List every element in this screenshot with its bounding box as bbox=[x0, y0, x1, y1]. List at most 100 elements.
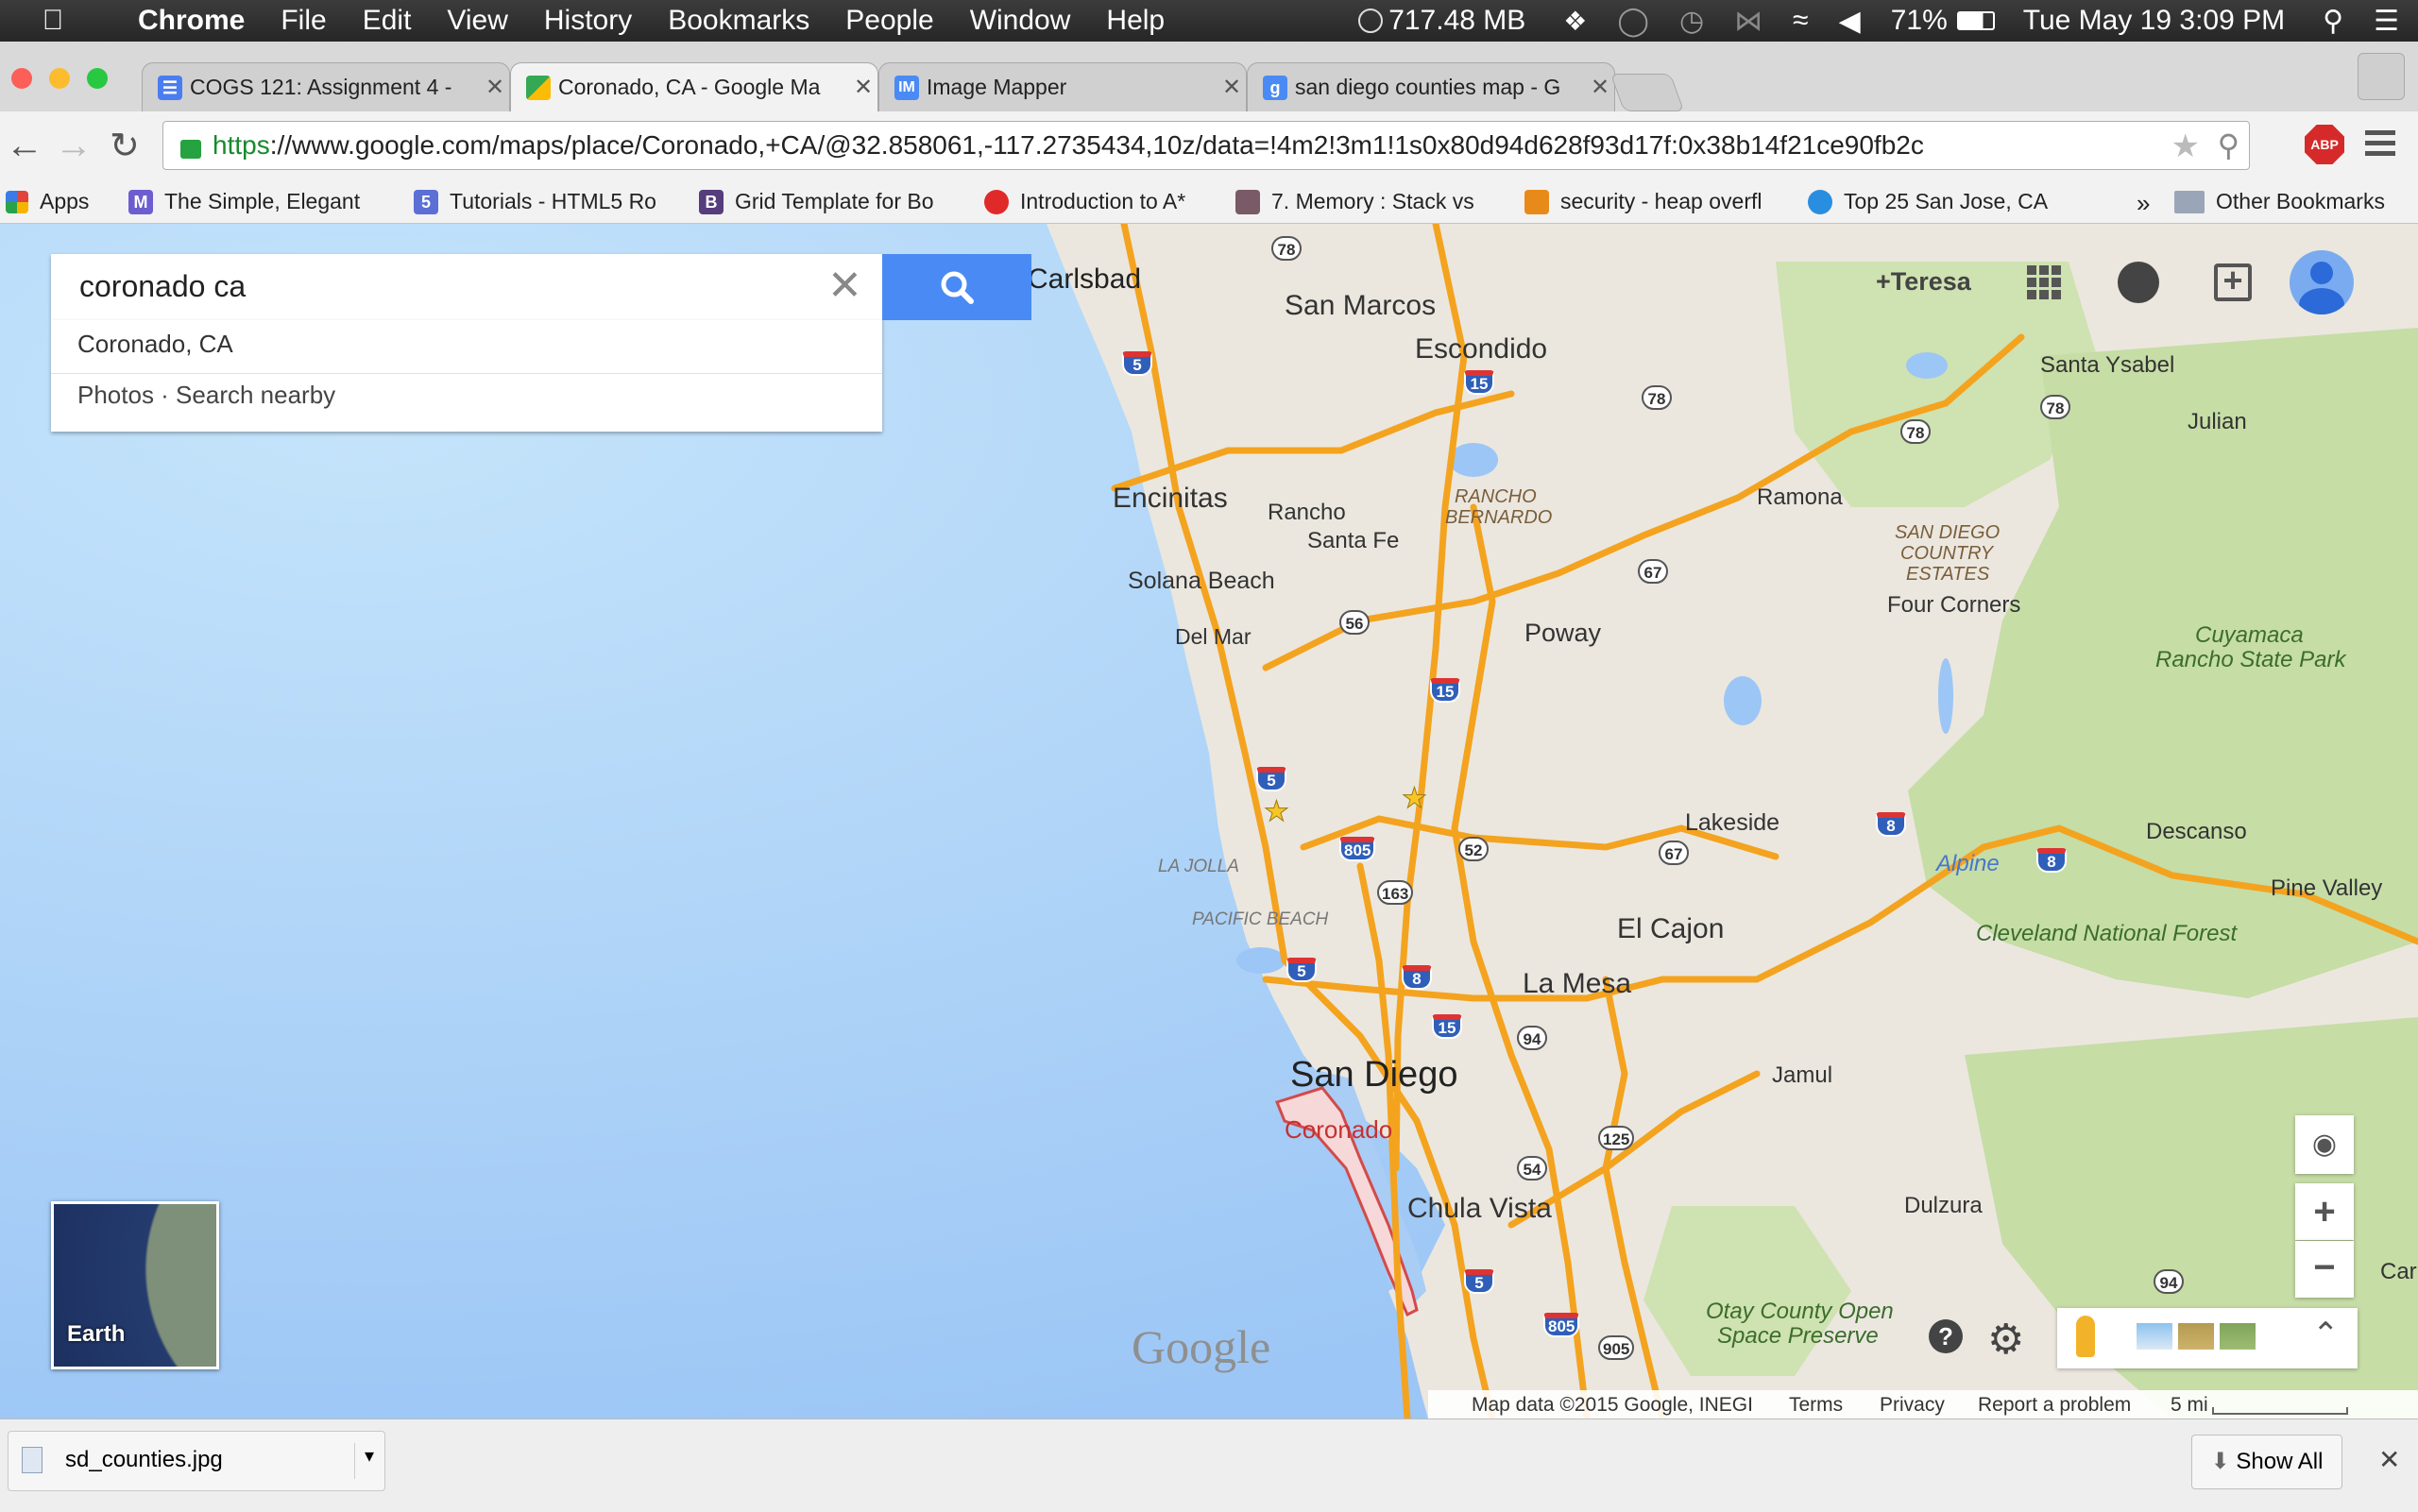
messages-icon[interactable]: ◯ bbox=[1617, 5, 1649, 38]
minimize-window-button[interactable] bbox=[49, 68, 70, 89]
close-tab-icon[interactable]: ✕ bbox=[1218, 74, 1246, 101]
battery-level[interactable]: 71% bbox=[1891, 5, 1948, 37]
bookmark-other[interactable]: Other Bookmarks bbox=[2174, 189, 2385, 214]
place-label-cleveland-nf[interactable]: Cleveland National Forest bbox=[1976, 921, 2237, 947]
search-box[interactable]: coronado ca ✕ bbox=[51, 254, 882, 320]
earth-view-toggle[interactable]: Earth bbox=[51, 1201, 219, 1369]
clock[interactable]: Tue May 19 3:09 PM bbox=[2023, 5, 2285, 37]
report-problem-link[interactable]: Report a problem bbox=[1978, 1394, 2131, 1417]
bookmark-top25-sanjose[interactable]: Top 25 San Jose, CA bbox=[1808, 189, 2048, 214]
bookmark-heap-overflow[interactable]: security - heap overfl bbox=[1524, 189, 1762, 214]
place-label-el-cajon[interactable]: El Cajon bbox=[1617, 913, 1724, 945]
chrome-menu-icon[interactable] bbox=[2365, 130, 2395, 161]
place-label-san-marcos[interactable]: San Marcos bbox=[1285, 290, 1436, 322]
expand-chevron-icon[interactable]: ⌃ bbox=[2312, 1316, 2340, 1353]
zoom-icon[interactable]: ⚲ bbox=[2218, 127, 2239, 163]
place-label-four-corners[interactable]: Four Corners bbox=[1887, 592, 2020, 619]
place-label-otay-1[interactable]: Otay County Open bbox=[1706, 1299, 1894, 1325]
apps-launcher-icon[interactable] bbox=[2027, 265, 2061, 299]
memory-monitor-icon[interactable] bbox=[1358, 8, 1384, 33]
google-plus-name-link[interactable]: +Teresa bbox=[1876, 267, 1971, 297]
place-label-san-diego[interactable]: San Diego bbox=[1290, 1055, 1457, 1096]
spotlight-icon[interactable]: ⚲ bbox=[2323, 5, 2343, 38]
place-label-rancho-santa-fe-2[interactable]: Santa Fe bbox=[1307, 528, 1399, 554]
place-label-carlsbad[interactable]: Carlsbad bbox=[1028, 263, 1141, 296]
menu-help[interactable]: Help bbox=[1106, 5, 1165, 37]
tab-image-mapper[interactable]: IM Image Mapper ✕ bbox=[878, 62, 1247, 111]
bookmark-memory-stack[interactable]: 7. Memory : Stack vs bbox=[1235, 189, 1474, 214]
place-label-lakeside[interactable]: Lakeside bbox=[1685, 809, 1779, 837]
bookmark-astar[interactable]: Introduction to A* bbox=[984, 189, 1185, 214]
scale-label[interactable]: 5 mi bbox=[2171, 1394, 2208, 1417]
place-label-ramona[interactable]: Ramona bbox=[1757, 484, 1843, 511]
imagery-thumb-3[interactable] bbox=[2220, 1323, 2256, 1350]
place-label-la-jolla[interactable]: LA JOLLA bbox=[1158, 857, 1239, 877]
imagery-thumb-1[interactable] bbox=[2137, 1323, 2172, 1350]
bookmark-simple-elegant[interactable]: M The Simple, Elegant bbox=[128, 189, 360, 214]
zoom-out-button[interactable]: − bbox=[2295, 1241, 2354, 1298]
close-tab-icon[interactable]: ✕ bbox=[1586, 74, 1614, 101]
dropbox-icon[interactable]: ❖ bbox=[1563, 6, 1587, 37]
back-icon[interactable]: ← bbox=[6, 125, 43, 167]
place-label-dulzura[interactable]: Dulzura bbox=[1904, 1193, 1983, 1219]
place-label-rancho-bernardo-2[interactable]: BERNARDO bbox=[1445, 507, 1552, 529]
place-label-pine-valley[interactable]: Pine Valley bbox=[2271, 875, 2382, 902]
tab-cogs-assignment[interactable]: ☰ COGS 121: Assignment 4 - ✕ bbox=[142, 62, 510, 111]
menu-bookmarks[interactable]: Bookmarks bbox=[668, 5, 809, 37]
memory-usage[interactable]: 717.48 MB bbox=[1388, 5, 1525, 37]
show-all-downloads-button[interactable]: ⬇ Show All bbox=[2191, 1435, 2342, 1489]
profile-button[interactable] bbox=[2358, 53, 2405, 100]
place-label-sd-country-estates-3[interactable]: ESTATES bbox=[1906, 564, 1989, 586]
my-location-button[interactable]: ◉ bbox=[2295, 1115, 2354, 1174]
bookmark-apps[interactable]: Apps bbox=[6, 189, 89, 214]
place-label-descanso[interactable]: Descanso bbox=[2146, 819, 2247, 845]
address-bar[interactable]: https ://www.google.com/maps/place/Coron… bbox=[162, 121, 2250, 170]
notifications-bell-icon[interactable] bbox=[2118, 262, 2159, 303]
place-label-pacific-beach[interactable]: PACIFIC BEACH bbox=[1192, 909, 1328, 930]
close-window-button[interactable] bbox=[11, 68, 32, 89]
search-input[interactable]: coronado ca bbox=[79, 269, 246, 304]
wifi-icon[interactable]: ≈ bbox=[1793, 5, 1808, 37]
place-label-car[interactable]: Car bbox=[2380, 1259, 2417, 1285]
privacy-link[interactable]: Privacy bbox=[1880, 1394, 1945, 1417]
download-item[interactable]: sd_counties.jpg ▾ bbox=[8, 1431, 385, 1491]
pegman-icon[interactable] bbox=[2076, 1316, 2095, 1357]
place-label-del-mar[interactable]: Del Mar bbox=[1175, 624, 1252, 650]
tab-san-diego-search[interactable]: g san diego counties map - G ✕ bbox=[1247, 62, 1615, 111]
place-label-chula-vista[interactable]: Chula Vista bbox=[1407, 1193, 1552, 1225]
close-downloads-icon[interactable]: ✕ bbox=[2378, 1444, 2400, 1475]
imagery-thumb-2[interactable] bbox=[2178, 1323, 2214, 1350]
menu-people[interactable]: People bbox=[845, 5, 933, 37]
menu-view[interactable]: View bbox=[447, 5, 507, 37]
place-label-sd-country-estates-1[interactable]: SAN DIEGO bbox=[1895, 522, 2000, 544]
bookmark-bootstrap-grid[interactable]: B Grid Template for Bo bbox=[699, 189, 934, 214]
volume-icon[interactable]: ◀ bbox=[1839, 5, 1861, 38]
account-avatar[interactable] bbox=[2290, 250, 2354, 314]
tab-coronado-maps[interactable]: Coronado, CA - Google Ma ✕ bbox=[510, 62, 878, 111]
menu-file[interactable]: File bbox=[281, 5, 326, 37]
place-label-julian[interactable]: Julian bbox=[2188, 409, 2247, 435]
place-label-jamul[interactable]: Jamul bbox=[1772, 1062, 1832, 1089]
place-label-encinitas[interactable]: Encinitas bbox=[1113, 483, 1228, 515]
menu-history[interactable]: History bbox=[544, 5, 632, 37]
close-tab-icon[interactable]: ✕ bbox=[849, 74, 877, 101]
time-machine-icon[interactable]: ◷ bbox=[1679, 5, 1704, 38]
place-label-rancho-bernardo-1[interactable]: RANCHO bbox=[1455, 486, 1537, 508]
place-label-solana-beach[interactable]: Solana Beach bbox=[1128, 568, 1275, 595]
place-label-santa-ysabel[interactable]: Santa Ysabel bbox=[2040, 352, 2174, 379]
zoom-window-button[interactable] bbox=[87, 68, 108, 89]
place-label-la-mesa[interactable]: La Mesa bbox=[1523, 968, 1631, 1000]
bookmarks-overflow-chevron-icon[interactable]: » bbox=[2137, 189, 2150, 218]
place-label-otay-2[interactable]: Space Preserve bbox=[1717, 1323, 1879, 1350]
menu-edit[interactable]: Edit bbox=[363, 5, 412, 37]
bluetooth-icon[interactable]: ⋈ bbox=[1734, 5, 1762, 38]
adblock-icon[interactable]: ABP bbox=[2305, 125, 2344, 164]
place-label-sd-country-estates-2[interactable]: COUNTRY bbox=[1900, 543, 1993, 565]
settings-gear-icon[interactable]: ⚙ bbox=[1987, 1316, 2024, 1364]
terms-link[interactable]: Terms bbox=[1789, 1394, 1843, 1417]
place-label-cuyamaca-2[interactable]: Rancho State Park bbox=[2155, 647, 2345, 673]
zoom-in-button[interactable]: + bbox=[2295, 1183, 2354, 1240]
battery-icon[interactable] bbox=[1956, 11, 1995, 30]
menu-app-chrome[interactable]: Chrome bbox=[138, 5, 245, 37]
place-label-cuyamaca-1[interactable]: Cuyamaca bbox=[2195, 622, 2304, 649]
